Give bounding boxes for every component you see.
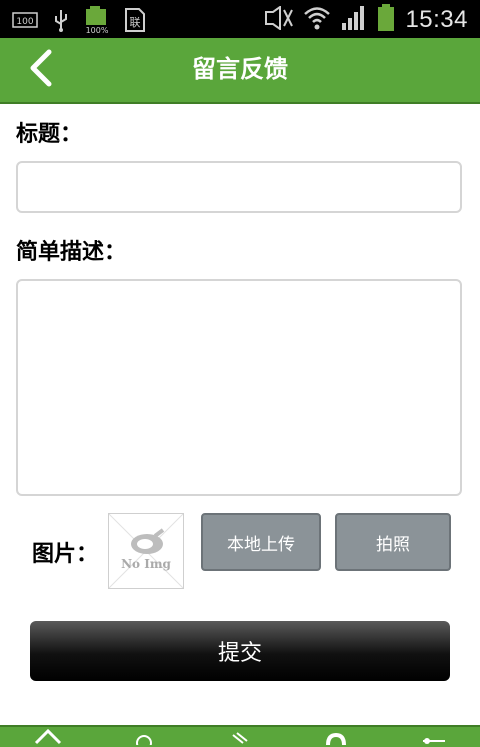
take-photo-button[interactable]: 拍照 [335, 513, 451, 571]
key-icon [423, 738, 445, 744]
status-left-icons: 100 100% 联 [12, 6, 146, 38]
storage-label: 100 [16, 17, 33, 27]
title-label: 标题： [16, 121, 83, 146]
wifi-icon [303, 5, 331, 35]
status-bar: 100 100% 联 15:34 [0, 0, 480, 38]
chevron-left-icon [27, 48, 53, 92]
refresh-icon [326, 732, 346, 745]
upload-local-button[interactable]: 本地上传 [201, 513, 321, 571]
tab-discover[interactable] [124, 727, 164, 747]
storage-icon: 100 [12, 11, 38, 33]
compass-icon [136, 735, 152, 745]
bottom-tab-bar [0, 725, 480, 747]
tab-settings[interactable] [412, 727, 452, 747]
status-right-icons: 15:34 [263, 4, 468, 36]
image-label: 图片： [32, 541, 99, 566]
tab-home[interactable] [28, 727, 68, 747]
tab-refresh[interactable] [316, 727, 356, 747]
title-input[interactable] [16, 161, 462, 213]
status-time: 15:34 [405, 6, 468, 33]
no-image-text: No Img [121, 557, 171, 571]
tab-clip[interactable] [220, 727, 260, 747]
mute-icon [263, 5, 294, 34]
battery-percent-label: 100% [86, 26, 109, 34]
back-button[interactable] [20, 48, 60, 92]
description-textarea[interactable] [16, 279, 462, 496]
page-title: 留言反馈 [192, 56, 288, 83]
battery-icon [377, 4, 395, 36]
submit-button[interactable]: 提交 [30, 621, 450, 681]
image-thumbnail[interactable]: No Img [108, 513, 184, 589]
home-icon [34, 728, 62, 745]
no-image-placeholder-icon [109, 514, 183, 588]
clip-icon [232, 732, 248, 744]
app-header: 留言反馈 [0, 38, 480, 104]
signal-icon [341, 5, 367, 35]
usb-icon [52, 8, 70, 36]
battery-charging-icon: 100% [84, 6, 110, 38]
svg-text:联: 联 [130, 16, 141, 29]
sim-icon: 联 [124, 7, 146, 37]
description-label: 简单描述： [16, 239, 127, 264]
